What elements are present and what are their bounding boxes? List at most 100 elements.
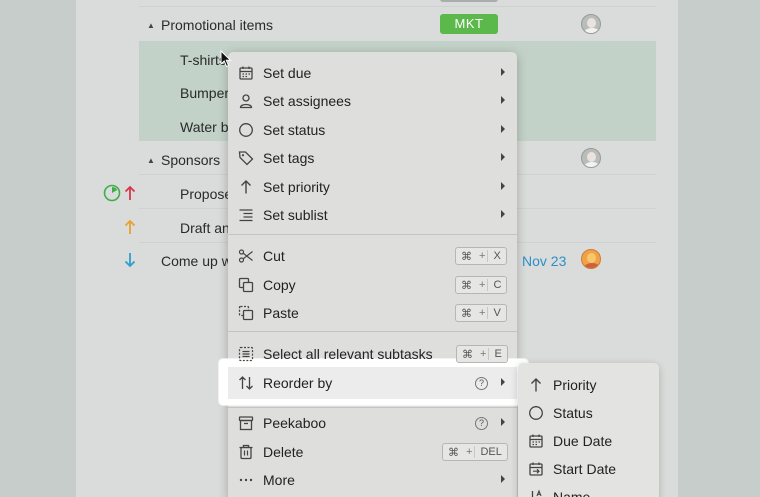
menu-item-set-tags[interactable]: Set tags — [228, 144, 517, 172]
submenu-caret-icon — [501, 475, 505, 483]
shortcut-badge: ⌘ + E — [456, 345, 508, 363]
shortcut-mod: ⌘ — [461, 307, 472, 320]
shortcut-mod: ⌘ — [461, 250, 472, 263]
shortcut-key: DEL — [474, 446, 506, 458]
menu-item-select-all-subtasks[interactable]: Select all relevant subtasks ⌘ + E — [228, 340, 517, 368]
submenu-caret-icon — [501, 153, 505, 161]
task-title: T-shirts — [180, 52, 226, 68]
circle-icon — [529, 406, 543, 420]
menu-item-cut[interactable]: Cut ⌘ + X — [228, 242, 517, 270]
shortcut-badge: ⌘ + DEL — [442, 443, 508, 461]
shortcut-badge: ⌘ + C — [455, 276, 508, 294]
calendar-icon — [239, 66, 253, 80]
shortcut-key: E — [488, 348, 506, 360]
shortcut-badge: ⌘ + V — [455, 304, 507, 322]
help-icon[interactable]: ? — [475, 377, 488, 390]
menu-item-label: Peekaboo — [263, 415, 327, 431]
priority-high-arrow-icon[interactable] — [124, 185, 136, 201]
shortcut-badge: ⌘ + X — [455, 247, 507, 265]
menu-item-label: Set tags — [263, 150, 315, 166]
due-date[interactable]: Nov 23 — [522, 253, 566, 269]
menu-item-paste[interactable]: Paste ⌘ + V — [228, 299, 517, 327]
arrow-up-icon — [241, 180, 251, 194]
menu-item-label: Delete — [263, 444, 304, 460]
backdrop-left — [0, 0, 76, 497]
menu-item-label: Select all relevant subtasks — [263, 346, 433, 362]
submenu-caret-icon — [501, 96, 505, 104]
submenu-caret-icon — [501, 68, 505, 76]
menu-item-set-priority[interactable]: Set priority — [228, 173, 517, 201]
menu-separator — [228, 331, 517, 332]
priority-low-arrow-icon[interactable] — [124, 252, 136, 268]
submenu-item-name[interactable]: Name — [518, 483, 659, 497]
arrow-up-icon — [531, 378, 541, 392]
avatar[interactable] — [581, 14, 601, 34]
avatar[interactable] — [581, 148, 601, 168]
menu-item-label: Paste — [263, 305, 299, 321]
submenu-item-label: Start Date — [553, 461, 617, 477]
submenu-item-label: Name — [553, 489, 591, 497]
menu-item-reorder-by[interactable]: Reorder by ? — [228, 369, 517, 397]
menu-item-label: More — [263, 472, 295, 488]
status-progress-icon[interactable] — [103, 184, 121, 202]
collapse-triangle-icon[interactable]: ▲ — [147, 21, 155, 30]
priority-medium-arrow-icon[interactable] — [124, 219, 136, 235]
shortcut-plus: + — [479, 250, 486, 262]
menu-item-label: Set due — [263, 65, 312, 81]
circle-icon — [239, 123, 253, 137]
paste-icon — [238, 305, 254, 321]
menu-item-set-due[interactable]: Set due — [228, 59, 517, 87]
submenu-caret-icon — [501, 378, 505, 386]
submenu-caret-icon — [501, 182, 505, 190]
menu-separator — [228, 407, 517, 408]
shortcut-plus: + — [479, 307, 486, 319]
submenu-caret-icon — [501, 125, 505, 133]
shortcut-key: C — [487, 279, 506, 291]
menu-item-set-sublist[interactable]: Set sublist — [228, 201, 517, 229]
menu-item-delete[interactable]: Delete ⌘ + DEL — [228, 438, 517, 466]
submenu-item-start-date[interactable]: Start Date — [518, 455, 659, 483]
tag-badge[interactable]: MKT — [440, 14, 498, 34]
task-title: Promotional items — [161, 17, 274, 33]
person-icon — [239, 94, 253, 109]
mouse-cursor-icon — [220, 50, 232, 68]
shortcut-plus: + — [480, 348, 487, 360]
trash-icon — [239, 444, 253, 460]
menu-item-label: Set assignees — [263, 93, 351, 109]
menu-separator — [228, 234, 517, 235]
menu-item-peekaboo[interactable]: Peekaboo ? — [228, 409, 517, 437]
menu-item-label: Cut — [263, 248, 285, 264]
more-dots-icon — [239, 478, 253, 482]
avatar[interactable] — [581, 249, 601, 269]
task-title: Draft an — [180, 220, 230, 236]
help-icon[interactable]: ? — [475, 417, 488, 430]
task-row-promotional-items[interactable]: ▲ Promotional items MKT — [76, 7, 678, 40]
task-title: Bumper — [180, 85, 230, 101]
menu-item-more[interactable]: More — [228, 466, 517, 494]
backdrop-right — [678, 0, 760, 497]
shortcut-mod: ⌘ — [448, 446, 459, 459]
menu-item-label: Set sublist — [263, 207, 328, 223]
menu-item-copy[interactable]: Copy ⌘ + C — [228, 271, 517, 299]
calendar-start-icon — [529, 462, 543, 476]
submenu-item-status[interactable]: Status — [518, 399, 659, 427]
reorder-icon — [239, 376, 253, 390]
submenu-item-label: Due Date — [553, 433, 613, 449]
shortcut-plus: + — [466, 446, 473, 458]
copy-icon — [238, 277, 254, 293]
shortcut-key: X — [487, 250, 505, 262]
menu-item-label: Reorder by — [263, 375, 333, 391]
shortcut-mod: ⌘ — [461, 279, 472, 292]
submenu-item-priority[interactable]: Priority — [518, 371, 659, 399]
menu-item-label: Set status — [263, 122, 326, 138]
menu-item-set-assignees[interactable]: Set assignees — [228, 87, 517, 115]
submenu-item-label: Status — [553, 405, 593, 421]
select-subtasks-icon — [238, 346, 254, 362]
menu-item-set-status[interactable]: Set status — [228, 116, 517, 144]
collapse-triangle-icon[interactable]: ▲ — [147, 156, 155, 165]
menu-item-label: Set priority — [263, 179, 330, 195]
submenu-item-due-date[interactable]: Due Date — [518, 427, 659, 455]
archive-box-icon — [238, 416, 254, 431]
calendar-icon — [529, 434, 543, 448]
tag-icon — [238, 151, 254, 166]
